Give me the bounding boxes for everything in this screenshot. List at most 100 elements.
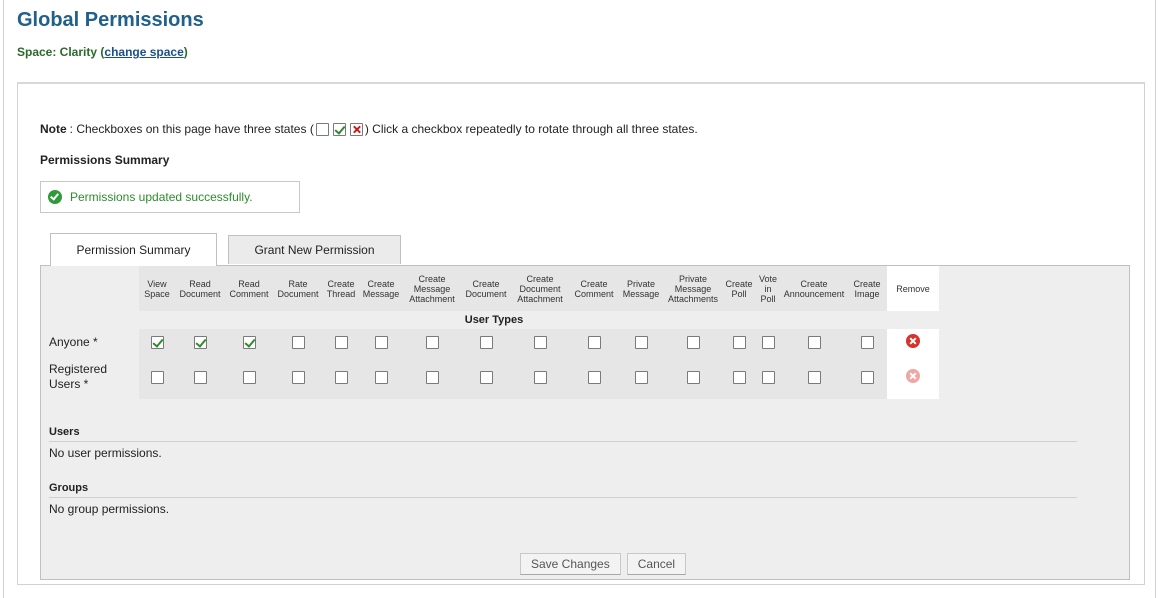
column-header-line: Attachments (667, 293, 719, 304)
tab-grant-new-permission[interactable]: Grant New Permission (228, 235, 401, 264)
column-header-line: Message (413, 283, 451, 294)
permission-cell (175, 329, 225, 355)
permission-checkbox[interactable] (686, 370, 700, 384)
permission-checkbox[interactable] (533, 335, 547, 349)
column-header: Create Image (847, 266, 887, 311)
success-check-icon (48, 190, 62, 204)
column-header-line: Space (144, 288, 170, 299)
groups-heading: Groups (49, 482, 1077, 498)
permission-checkbox[interactable] (242, 370, 256, 384)
permission-checkbox[interactable] (193, 370, 207, 384)
permission-checkbox[interactable] (634, 370, 648, 384)
permission-cell (139, 355, 175, 399)
tab-permission-summary[interactable]: Permission Summary (50, 233, 217, 266)
permission-checkbox[interactable] (860, 335, 874, 349)
users-empty-text: No user permissions. (49, 446, 162, 460)
permission-checkbox[interactable] (479, 335, 493, 349)
checkbox-note: Note : Checkboxes on this page have thre… (40, 122, 698, 136)
column-header: Rate Document (273, 266, 323, 311)
column-header-line: Comment (574, 288, 614, 299)
permission-checkbox[interactable] (732, 370, 746, 384)
permission-checkbox[interactable] (860, 370, 874, 384)
column-header: Vote in Poll (755, 266, 781, 311)
remove-icon[interactable] (906, 334, 920, 348)
column-header-line: Rate (288, 278, 308, 289)
permission-cell (723, 329, 755, 355)
permission-checkbox[interactable] (334, 335, 348, 349)
remove-cell (887, 329, 939, 355)
page-border-right (1155, 0, 1156, 598)
space-label: Space: Clarity (17, 45, 98, 59)
permission-cell (323, 355, 359, 399)
column-header-line: Message (362, 288, 400, 299)
permission-checkbox[interactable] (334, 370, 348, 384)
column-header: Create Message (359, 266, 403, 311)
column-header-line: Create (853, 278, 881, 289)
permission-checkbox[interactable] (587, 370, 601, 384)
success-message: Permissions updated successfully. (40, 181, 300, 213)
column-header: Create Thread (323, 266, 359, 311)
column-header-line: Create (327, 278, 355, 289)
permission-cell (663, 329, 723, 355)
permission-cell (461, 329, 511, 355)
column-header-line: Private (678, 273, 707, 284)
permission-cell (511, 329, 569, 355)
permission-cell (569, 355, 619, 399)
permission-checkbox[interactable] (761, 370, 775, 384)
space-selector: Space: Clarity (change space) (17, 45, 188, 59)
success-text: Permissions updated successfully. (70, 190, 253, 204)
permission-checkbox[interactable] (587, 335, 601, 349)
change-space-link[interactable]: change space (104, 45, 183, 59)
table-row: Registered Users * (41, 355, 939, 399)
note-text-before: : Checkboxes on this page have three sta… (69, 122, 314, 136)
permission-cell (139, 329, 175, 355)
permissions-summary-heading: Permissions Summary (40, 153, 170, 167)
remove-icon[interactable] (906, 369, 920, 383)
user-types-label: User Types (464, 314, 524, 326)
permission-cell (663, 355, 723, 399)
column-header: Private Message Attachments (663, 266, 723, 311)
permission-checkbox[interactable] (374, 370, 388, 384)
permission-checkbox[interactable] (479, 370, 493, 384)
column-header-line: Create (367, 278, 395, 289)
save-changes-button[interactable]: Save Changes (520, 553, 621, 575)
permission-cell (273, 355, 323, 399)
permission-checkbox[interactable] (761, 335, 775, 349)
row-label: Registered Users * (49, 362, 108, 391)
column-header-line: Poll (731, 288, 747, 299)
permission-cell (225, 329, 273, 355)
permission-checkbox[interactable] (807, 370, 821, 384)
permission-cell (781, 355, 847, 399)
permission-cell (403, 355, 461, 399)
column-header-line: Vote (758, 273, 778, 284)
permission-checkbox[interactable] (150, 370, 164, 384)
page-border-left (3, 0, 4, 598)
permission-checkbox[interactable] (425, 370, 439, 384)
column-header-line: Read (238, 278, 260, 289)
column-header: Create Poll (723, 266, 755, 311)
table-header-row: View Space Read Document Read Comment Rate Docu… (41, 266, 939, 311)
column-header-line: Attachment (409, 293, 455, 304)
permission-cell (403, 329, 461, 355)
permission-cell (511, 355, 569, 399)
column-header-line: Thread (326, 288, 356, 299)
permission-checkbox[interactable] (807, 335, 821, 349)
permission-checkbox[interactable] (634, 335, 648, 349)
cancel-button[interactable]: Cancel (626, 553, 687, 575)
permission-checkbox[interactable] (291, 370, 305, 384)
permission-checkbox[interactable] (425, 335, 439, 349)
permission-checkbox[interactable] (686, 335, 700, 349)
permission-checkbox[interactable] (150, 335, 164, 349)
permission-checkbox[interactable] (732, 335, 746, 349)
column-header: Create Message Attachment (403, 266, 461, 311)
remove-cell (887, 355, 939, 399)
permission-checkbox[interactable] (193, 335, 207, 349)
permissions-table: View Space Read Document Read Comment Rate Docu… (41, 266, 939, 399)
permission-checkbox[interactable] (374, 335, 388, 349)
column-header-line: Image (854, 288, 880, 299)
permission-cell (847, 355, 887, 399)
permission-checkbox[interactable] (533, 370, 547, 384)
column-header: Create Document Attachment (511, 266, 569, 311)
permission-checkbox[interactable] (242, 335, 256, 349)
permission-checkbox[interactable] (291, 335, 305, 349)
